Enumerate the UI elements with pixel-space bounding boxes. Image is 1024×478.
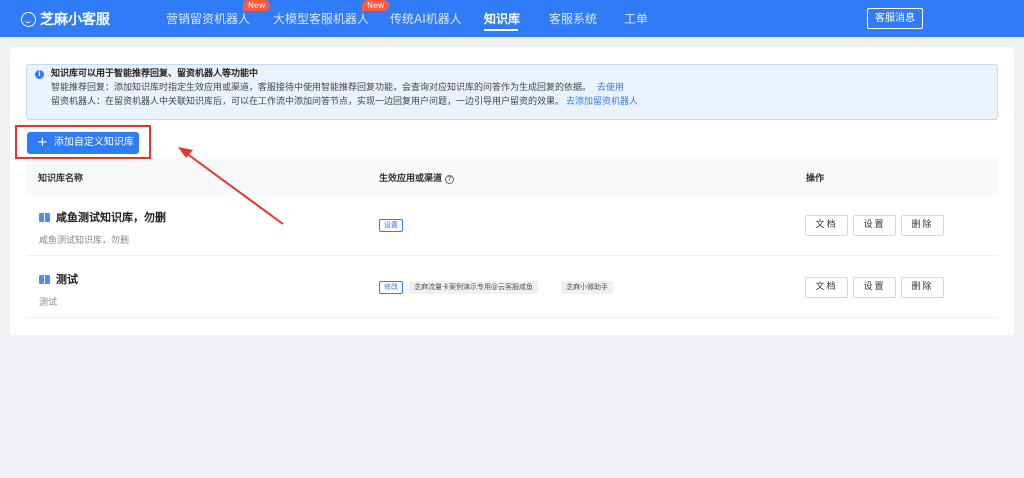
info-line-lead-bot-text: 留资机器人：在留资机器人中关联知识库后，可以在工作流中添加问答节点，实现一边回复… <box>51 97 565 107</box>
nav-item-marketing-bot[interactable]: 营销留资机器人 <box>166 10 250 27</box>
knowledge-base-description: 测试 <box>39 298 58 308</box>
nav-item-traditional-ai-bot[interactable]: 传统AI机器人 <box>390 10 462 27</box>
nav-item-service-system[interactable]: 客服系统 <box>549 10 597 27</box>
table-row: 咸鱼测试知识库，勿删 咸鱼测试知识库，勿删 设置 文档 设置 删除 <box>26 195 998 256</box>
knowledge-base-name-text: 咸鱼测试知识库，勿删 <box>56 211 166 224</box>
settings-button[interactable]: 设置 <box>853 277 896 298</box>
channel-tag: 芝麻小微助手 <box>561 281 613 294</box>
nav-item-knowledge-base[interactable]: 知识库 <box>484 10 520 27</box>
info-line-smart-reply: 智能推荐回复：添加知识库时指定生效应用或渠道，客服接待中使用智能推荐回复功能，会… <box>51 82 624 95</box>
column-header-channels: 生效应用或渠道? <box>379 171 455 184</box>
info-line-lead-bot: 留资机器人：在留资机器人中关联知识库后，可以在工作流中添加问答节点，实现一边回复… <box>51 96 638 109</box>
add-custom-knowledge-base-button[interactable]: + 添加自定义知识库 <box>27 132 139 154</box>
plus-icon: + <box>37 135 48 150</box>
info-icon: i <box>35 70 44 79</box>
app-logo[interactable]: 芝麻小客服 <box>21 9 110 29</box>
top-nav-bar: 芝麻小客服 营销留资机器人 New 大模型客服机器人 New 传统AI机器人 知… <box>0 0 1024 37</box>
knowledge-base-name: 测试 <box>39 271 78 287</box>
service-messages-button[interactable]: 客服消息 <box>867 8 923 29</box>
settings-button[interactable]: 设置 <box>853 215 896 236</box>
column-header-actions: 操作 <box>806 174 825 184</box>
set-channels-button[interactable]: 设置 <box>379 219 403 232</box>
app-logo-text: 芝麻小客服 <box>40 12 110 28</box>
delete-button[interactable]: 删除 <box>901 277 944 298</box>
info-line-smart-reply-text: 智能推荐回复：添加知识库时指定生效应用或渠道，客服接待中使用智能推荐回复功能，会… <box>51 83 592 93</box>
new-badge: New <box>243 0 271 11</box>
help-icon[interactable]: ? <box>445 175 455 184</box>
knowledge-base-name: 咸鱼测试知识库，勿删 <box>39 209 166 225</box>
book-icon <box>39 212 50 222</box>
knowledge-base-panel: i 知识库可以用于智能推荐回复、留资机器人等功能中 智能推荐回复：添加知识库时指… <box>10 47 1014 335</box>
knowledge-base-name-text: 测试 <box>56 273 78 286</box>
add-lead-bot-link[interactable]: 去添加留资机器人 <box>566 97 638 107</box>
channel-tag: 芝麻流量卡案例演示专用@云客服咸鱼 <box>409 281 538 294</box>
table-row: 测试 测试 修改 芝麻流量卡案例演示专用@云客服咸鱼 芝麻小微助手 文档 设置 … <box>26 257 998 318</box>
smile-logo-icon <box>21 11 36 27</box>
docs-button[interactable]: 文档 <box>805 277 848 298</box>
info-banner: i 知识库可以用于智能推荐回复、留资机器人等功能中 智能推荐回复：添加知识库时指… <box>26 64 998 120</box>
active-tab-underline <box>484 29 518 31</box>
table-header: 知识库名称 生效应用或渠道? 操作 <box>26 159 998 195</box>
add-button-label: 添加自定义知识库 <box>53 137 134 148</box>
docs-button[interactable]: 文档 <box>805 215 848 236</box>
go-use-link[interactable]: 去使用 <box>597 83 624 93</box>
column-header-name: 知识库名称 <box>38 174 84 184</box>
nav-item-llm-bot[interactable]: 大模型客服机器人 <box>273 10 369 27</box>
new-badge: New <box>362 0 390 11</box>
delete-button[interactable]: 删除 <box>901 215 944 236</box>
nav-item-tickets[interactable]: 工单 <box>624 10 648 27</box>
info-title: 知识库可以用于智能推荐回复、留资机器人等功能中 <box>51 69 259 79</box>
edit-channels-button[interactable]: 修改 <box>379 281 403 294</box>
knowledge-base-description: 咸鱼测试知识库，勿删 <box>39 236 130 246</box>
book-icon <box>39 274 50 284</box>
column-header-channels-label: 生效应用或渠道 <box>379 174 443 184</box>
